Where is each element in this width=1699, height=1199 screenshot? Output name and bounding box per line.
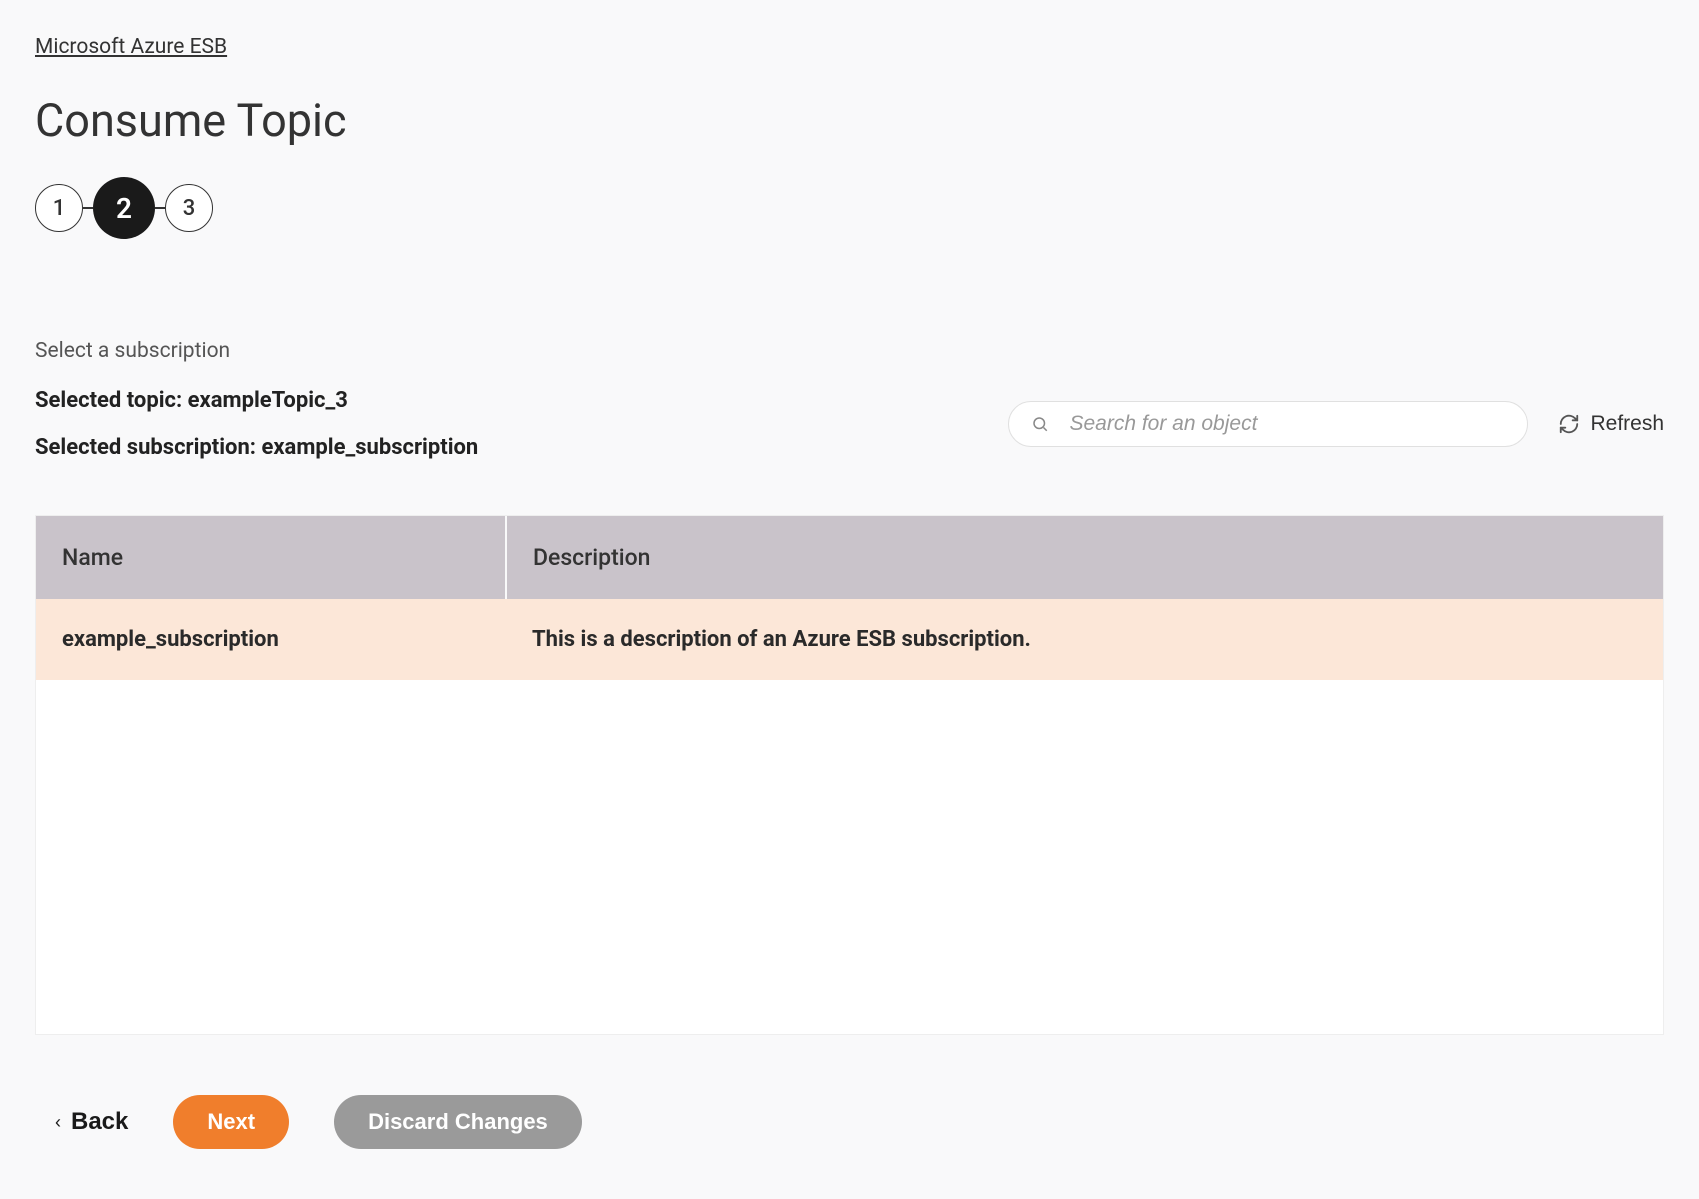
refresh-icon: [1558, 413, 1580, 435]
table-header-name[interactable]: Name: [36, 516, 506, 599]
step-connector: [83, 207, 93, 209]
step-2[interactable]: 2: [93, 177, 155, 239]
footer: ‹ Back Next Discard Changes: [0, 1035, 1699, 1184]
search-box[interactable]: [1008, 401, 1528, 447]
table-row[interactable]: example_subscription This is a descripti…: [36, 599, 1663, 680]
table-cell-description: This is a description of an Azure ESB su…: [506, 599, 1663, 680]
discard-button[interactable]: Discard Changes: [334, 1095, 582, 1149]
section-label: Select a subscription: [35, 339, 1664, 363]
stepper: 1 2 3: [35, 177, 1664, 239]
selected-topic-label: Selected topic: exampleTopic_3: [35, 388, 478, 413]
step-1[interactable]: 1: [35, 184, 83, 232]
back-label: Back: [71, 1108, 128, 1136]
refresh-button[interactable]: Refresh: [1558, 412, 1664, 436]
step-connector: [155, 207, 165, 209]
chevron-left-icon: ‹: [55, 1112, 61, 1133]
breadcrumb-link[interactable]: Microsoft Azure ESB: [35, 35, 227, 59]
back-button[interactable]: ‹ Back: [55, 1108, 128, 1136]
step-3[interactable]: 3: [165, 184, 213, 232]
table-cell-name: example_subscription: [36, 599, 506, 680]
search-icon: [1031, 415, 1049, 433]
refresh-label: Refresh: [1590, 412, 1664, 436]
search-input[interactable]: [1069, 412, 1505, 436]
next-button[interactable]: Next: [173, 1095, 289, 1149]
page-title: Consume Topic: [35, 94, 1664, 147]
selected-subscription-label: Selected subscription: example_subscript…: [35, 435, 478, 460]
table-header-description[interactable]: Description: [506, 516, 1663, 599]
subscription-table: Name Description example_subscription Th…: [35, 515, 1664, 1035]
